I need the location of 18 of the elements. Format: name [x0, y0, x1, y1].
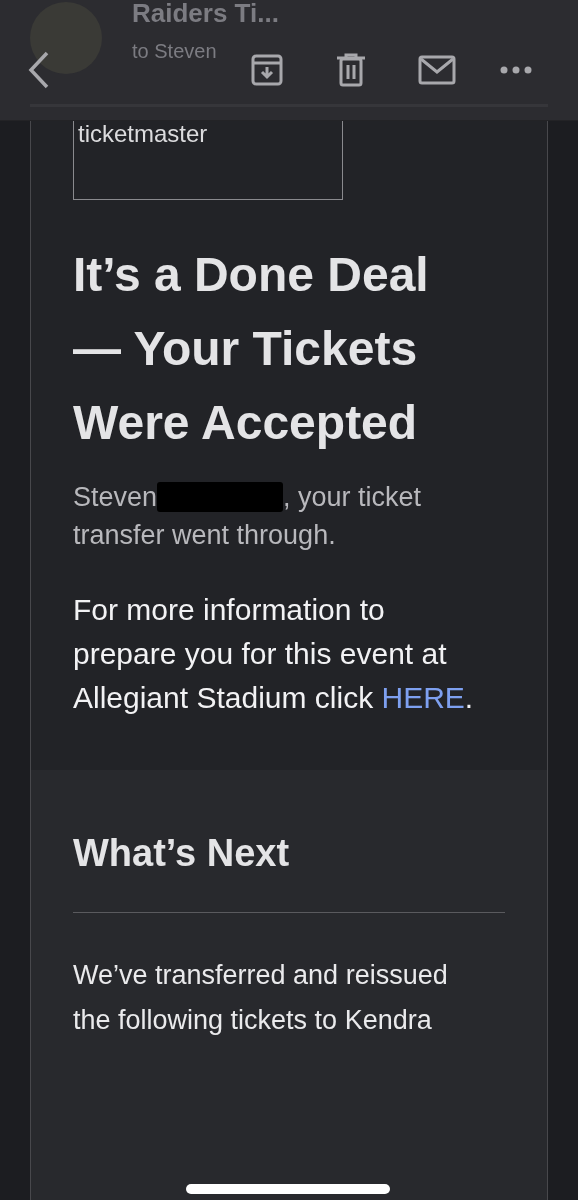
logo-text: ticketmaster [73, 120, 343, 200]
info-text: For more information to prepare you for this event at Allegiant Stadium click HERE. [73, 592, 475, 716]
email-title: It’s a Done Deal — Your Tickets Were Accepted [73, 247, 430, 451]
recipient: to Steven [132, 40, 217, 63]
mail-icon [418, 55, 456, 85]
here-link[interactable]: HERE [381, 681, 465, 714]
section-heading: What’s Next [73, 831, 291, 876]
greeting-text: Steven , your ticket transfer went through. [73, 481, 423, 552]
archive-icon [250, 53, 284, 87]
body-text: We’ve transferred and reissued the following tickets to Kendra [73, 959, 449, 1037]
back-button[interactable] [28, 51, 50, 89]
sender-name: Raiders Ti... [132, 0, 279, 29]
mail-button[interactable] [418, 55, 456, 85]
delete-button[interactable] [336, 53, 366, 87]
archive-button[interactable] [250, 53, 284, 87]
trash-icon [336, 53, 366, 87]
more-icon [500, 66, 532, 74]
more-button[interactable] [500, 66, 532, 74]
